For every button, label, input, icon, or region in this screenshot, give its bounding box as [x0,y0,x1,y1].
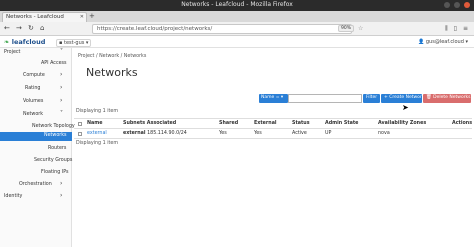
chevron-right-icon: › [60,97,63,104]
minimize-icon[interactable] [444,2,450,8]
create-network-button[interactable]: + Create Network [381,94,424,103]
column-header-status[interactable]: Status [292,121,310,126]
user-name: gus@leaf.cloud [425,39,464,45]
column-header-admin-state[interactable]: Admin State [325,121,358,126]
breadcrumb-project[interactable]: Project [78,54,94,59]
item-count-bottom: Displaying 1 item [76,141,119,146]
search-input[interactable] [288,94,362,103]
subnet-cell: external 185.114.90.0/24 [123,131,187,136]
leafcloud-logo[interactable]: ❧ leafcloud [4,38,45,46]
project-selector[interactable]: ▪ test-gus ▾ [56,39,92,47]
filter-button[interactable]: Filter [363,94,380,103]
close-tab-icon[interactable]: ✕ [80,14,84,20]
status-value: Active [292,131,307,136]
select-all-checkbox[interactable] [78,122,82,126]
subnet-name: external [123,131,146,136]
sidebar-item-orchestration[interactable]: Orchestration [19,182,52,187]
column-header-subnets[interactable]: Subnets Associated [123,121,176,126]
mouse-cursor-icon: ➤ [402,103,409,112]
admin-state-value: UP [325,131,332,136]
chevron-down-icon: ˅ [60,48,63,55]
table-header-row: Name Subnets Associated Shared External … [74,118,472,128]
new-tab-icon[interactable]: + [89,12,95,20]
back-icon[interactable]: ← [4,24,10,32]
shared-value: Yes [219,131,227,136]
sidebar: Project ˅ API Access Compute › Rating › … [0,48,75,247]
subnet-cidr: 185.114.90.0/24 [147,131,187,136]
network-name-link[interactable]: external [87,131,107,136]
user-menu[interactable]: 👤 gus@leaf.cloud ▾ [418,39,468,45]
table-divider [74,138,472,139]
sidebar-item-compute[interactable]: Compute [23,73,45,78]
navigation-bar: ← → ↻ ⌂ https://create.leaf.cloud/projec… [0,22,474,36]
column-header-shared[interactable]: Shared [219,121,238,126]
zoom-level[interactable]: 90% [338,25,355,32]
filter-field-select[interactable]: Name = ▾ [259,94,288,103]
chevron-right-icon: › [60,192,63,199]
column-header-actions: Actions [452,121,473,126]
home-icon[interactable]: ⌂ [40,24,44,32]
sidebar-item-floating-ips[interactable]: Floating IPs [41,170,69,175]
sidebar-item-api-access[interactable]: API Access [41,61,67,66]
app-header: ❧ leafcloud ▪ test-gus ▾ 👤 gus@leaf.clou… [0,36,474,48]
trash-icon: 🗑 [426,95,432,100]
sidebar-item-identity[interactable]: Identity [4,194,22,199]
external-value: Yes [254,131,262,136]
chevron-right-icon: › [60,180,63,187]
tab-strip: Networks - Leafcloud ✕ + [0,11,474,22]
column-header-external[interactable]: External [254,121,277,126]
column-header-name[interactable]: Name [87,121,103,126]
item-count-top: Displaying 1 item [76,109,119,114]
reload-icon[interactable]: ↻ [28,24,34,32]
sidebar-item-routers[interactable]: Routers [48,146,66,151]
chevron-down-icon: ˅ [60,110,63,117]
sidebar-item-volumes[interactable]: Volumes [23,99,43,104]
menu-icon[interactable]: ≡ [463,25,468,33]
sidebar-item-network-topology[interactable]: Network Topology [32,124,75,129]
leaf-icon: ❧ [4,38,10,46]
delete-label: Delete Networks [433,95,471,100]
browser-tab[interactable]: Networks - Leafcloud ✕ [2,12,87,22]
column-header-zones[interactable]: Availability Zones [378,121,426,126]
sidebar-item-networks[interactable]: Networks [0,132,72,141]
sidebar-icon[interactable]: ▯ [454,25,457,33]
sidebar-item-label: Networks [44,133,67,138]
url-bar[interactable]: https://create.leaf.cloud/project/networ… [92,24,352,34]
sidebar-item-network[interactable]: Network [23,112,43,117]
close-icon[interactable] [464,2,470,8]
sidebar-item-project[interactable]: Project [4,50,20,55]
toolbar-icons: ⫼ ▯ ≡ [445,25,468,33]
window-titlebar: Networks - Leafcloud - Mozilla Firefox [0,0,474,11]
breadcrumb: Project / Network / Networks [78,54,147,59]
window-controls [444,2,470,8]
forward-icon[interactable]: → [16,24,22,32]
library-icon[interactable]: ⫼ [445,25,448,33]
breadcrumb-network[interactable]: Network [99,54,119,59]
tab-label: Networks - Leafcloud [6,14,64,20]
table-row: external external 185.114.90.0/24 Yes Ye… [74,128,472,138]
zones-value: nova [378,131,390,136]
row-checkbox[interactable] [78,132,82,136]
delete-networks-button[interactable]: 🗑 Delete Networks [423,94,471,103]
page-title: Networks [86,66,138,79]
maximize-icon[interactable] [454,2,460,8]
bookmark-star-icon[interactable]: ☆ [358,25,363,32]
window-title: Networks - Leafcloud - Mozilla Firefox [181,1,293,8]
sidebar-item-security-groups[interactable]: Security Groups [34,158,72,163]
filter-field-label: Name = [261,95,280,100]
logo-text: leafcloud [11,38,46,46]
project-name: test-gus [63,40,85,46]
breadcrumb-networks: Networks [123,54,147,59]
chevron-right-icon: › [60,84,63,91]
chevron-right-icon: › [60,71,63,78]
sidebar-item-rating[interactable]: Rating [25,86,40,91]
